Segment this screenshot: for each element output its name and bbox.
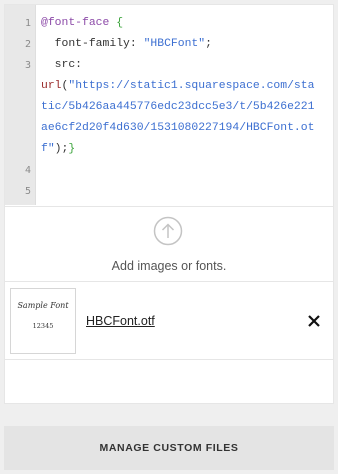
css-code-editor[interactable]: 1 2 3 4 5 @font-face { font-family: "HBC…: [5, 5, 333, 207]
semicolon-token: ;: [205, 38, 212, 50]
close-icon[interactable]: [307, 314, 321, 328]
line-number: 2: [24, 39, 31, 50]
upload-label[interactable]: Add images or fonts.: [5, 259, 333, 273]
thumbnail-sample-numbers: 12345: [32, 322, 54, 330]
property-token: src:: [54, 59, 83, 71]
file-name-link[interactable]: HBCFont.otf: [86, 314, 155, 328]
string-token: "HBCFont": [143, 38, 206, 50]
line-number: 1: [24, 18, 31, 29]
code-line-3-wrap: ae6cf2d20f4d630/1531080227194/HBCFont.ot: [41, 118, 333, 139]
code-text[interactable]: @font-face { font-family: "HBCFont"; src…: [41, 13, 333, 160]
upload-arrow-circle-icon[interactable]: [153, 216, 183, 246]
url-string-token: tic/5b426aa445776edc23dcc5e3/t/5b426e221: [41, 101, 315, 113]
thumbnail-sample-text: Sample Font: [17, 301, 69, 310]
code-line-3: src:: [41, 55, 333, 76]
function-token: url: [41, 80, 62, 92]
colon-token: :: [129, 38, 137, 50]
property-token: font-family: [54, 38, 130, 50]
code-line-3-wrap: f");}: [41, 139, 333, 160]
paren-token: );: [54, 143, 69, 155]
upload-dropzone[interactable]: Add images or fonts.: [5, 206, 333, 282]
custom-css-panel: 1 2 3 4 5 @font-face { font-family: "HBC…: [4, 4, 334, 404]
url-string-token: ae6cf2d20f4d630/1531080227194/HBCFont.ot: [41, 122, 315, 134]
code-line-2: font-family: "HBCFont";: [41, 34, 333, 55]
url-string-token: f": [41, 143, 55, 155]
brace-token: {: [116, 17, 124, 29]
code-line-3-wrap: url("https://static1.squarespace.com/sta: [41, 76, 333, 97]
line-number-gutter: 1 2 3 4 5: [5, 5, 36, 205]
file-list-item: Sample Font 12345 HBCFont.otf: [5, 282, 333, 360]
at-rule-token: @font-face: [41, 17, 110, 29]
code-line-3-wrap: tic/5b426aa445776edc23dcc5e3/t/5b426e221: [41, 97, 333, 118]
line-number: 5: [24, 186, 31, 197]
font-thumbnail: Sample Font 12345: [10, 288, 76, 354]
manage-custom-files-button[interactable]: MANAGE CUSTOM FILES: [4, 426, 334, 470]
line-number: 3: [24, 60, 31, 71]
code-line-1: @font-face {: [41, 13, 333, 34]
brace-token: }: [68, 143, 76, 155]
line-number: 4: [24, 165, 31, 176]
url-string-token: "https://static1.squarespace.com/sta: [68, 80, 315, 92]
